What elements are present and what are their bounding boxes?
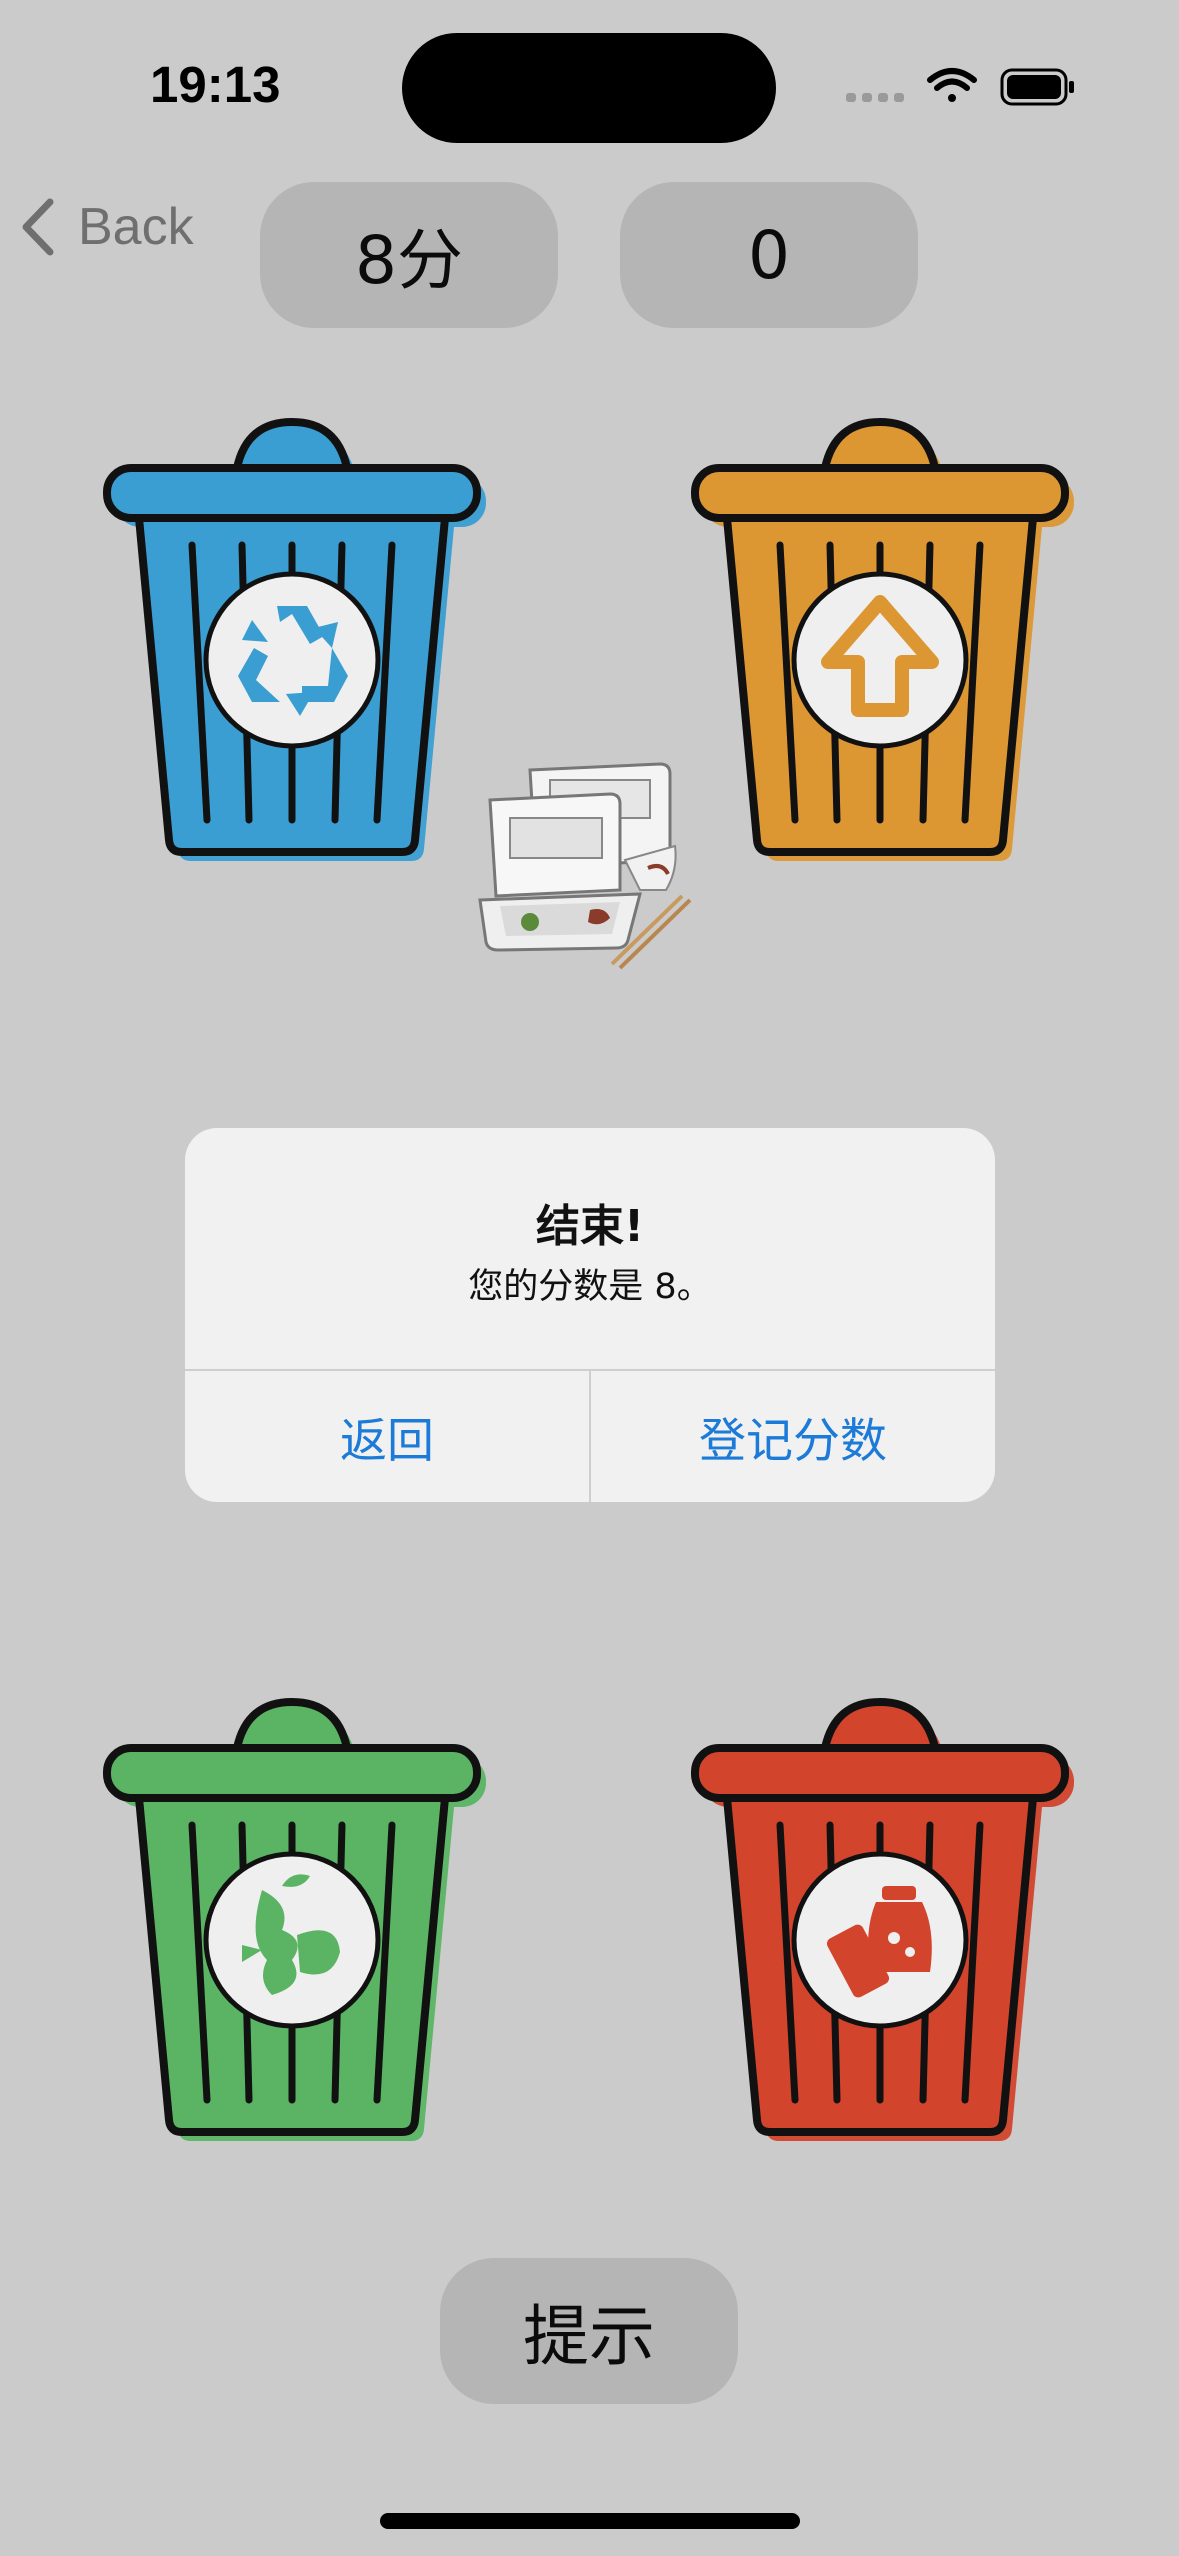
back-button[interactable]: Back [20, 190, 194, 264]
back-label: Back [78, 198, 194, 256]
bin-other[interactable] [680, 410, 1080, 870]
register-score-button[interactable]: 登记分数 [591, 1371, 995, 1502]
bin-kitchen[interactable] [92, 1690, 492, 2150]
takeout-box-icon [478, 762, 692, 970]
battery-icon [1000, 68, 1074, 106]
alert-title: 结束! [535, 1201, 645, 1252]
alert-message: 您的分数是 8。 [468, 1267, 712, 1307]
dynamic-island [402, 33, 776, 143]
return-button[interactable]: 返回 [185, 1371, 589, 1502]
wifi-icon [927, 68, 977, 102]
signal-icon [846, 93, 904, 102]
status-time: 19:13 [150, 56, 281, 113]
alert-dialog: 结束! 您的分数是 8。 返回 登记分数 [185, 1128, 995, 1502]
status-icons [846, 68, 1074, 106]
score-pill: 8分 [260, 182, 558, 328]
bin-recyclable[interactable] [92, 410, 492, 870]
home-indicator [380, 2513, 800, 2529]
hint-button[interactable]: 提示 [440, 2258, 738, 2404]
counter-pill: 0 [620, 182, 918, 328]
bin-hazardous[interactable] [680, 1690, 1080, 2150]
chevron-left-icon [22, 198, 54, 256]
